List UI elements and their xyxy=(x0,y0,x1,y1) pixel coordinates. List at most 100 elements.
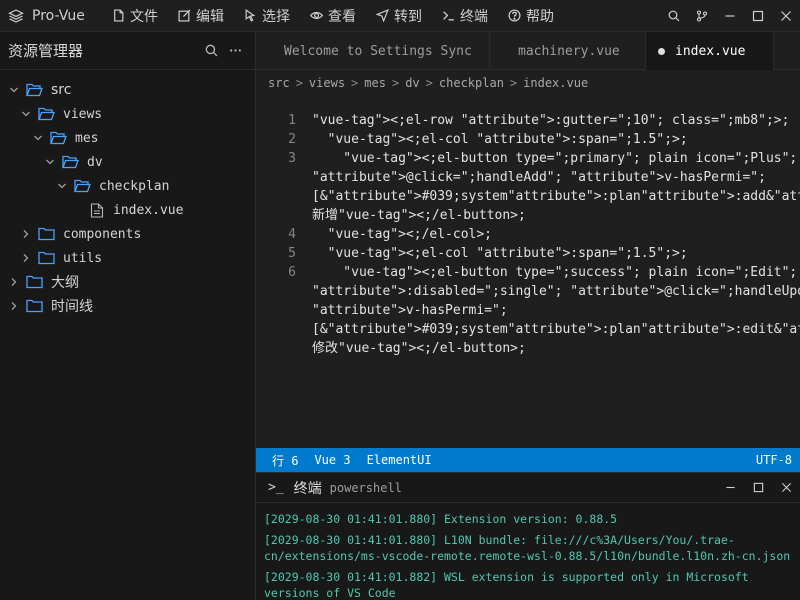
maximize-icon xyxy=(752,10,764,21)
menu-view[interactable]: 查看 xyxy=(300,0,366,32)
app-name: Pro-Vue xyxy=(32,7,85,24)
menu-help-label: 帮助 xyxy=(526,8,554,25)
code-line: [&"attribute">#039;system"attribute">:pl… xyxy=(256,187,800,206)
tree-folder-components[interactable]: components xyxy=(0,222,255,246)
folder-icon xyxy=(26,275,43,289)
status-language[interactable]: Vue 3 xyxy=(306,453,358,467)
menu-select[interactable]: 选择 xyxy=(234,0,300,32)
chevron-down-icon xyxy=(34,135,42,141)
menu-terminal[interactable]: 终端 xyxy=(432,0,498,32)
explorer-more-button[interactable] xyxy=(223,44,247,57)
line-text: 新增"vue-tag"><;/el-button>; xyxy=(312,208,526,223)
tree-label: mes xyxy=(75,130,99,146)
title-bar: Pro-Vue 文件 编辑 选择 查看 转到 终端 帮助 xyxy=(0,0,800,32)
line-number xyxy=(256,282,296,301)
folder-icon xyxy=(38,227,55,241)
cursor-icon xyxy=(245,9,256,22)
breadcrumb-separator: > xyxy=(351,76,359,90)
line-number: 2 xyxy=(288,132,296,147)
code-line: 3 "vue-tag"><;el-button type=";primary";… xyxy=(256,149,800,168)
chevron-right-icon xyxy=(23,254,29,262)
window-controls xyxy=(660,0,800,32)
chevron-down-icon xyxy=(46,159,54,165)
tab-settings-sync[interactable]: Welcome to Settings Sync xyxy=(256,32,490,70)
tree-folder-views[interactable]: views xyxy=(0,102,255,126)
code-line: [&"attribute">#039;system"attribute">:pl… xyxy=(256,320,800,339)
breadcrumb-separator: > xyxy=(391,76,400,90)
tree-label: components xyxy=(63,226,142,242)
menu-help[interactable]: 帮助 xyxy=(498,0,564,32)
tree-folder-outline[interactable]: 大纲 xyxy=(0,270,255,294)
tree-label: utils xyxy=(63,250,103,266)
menu-edit[interactable]: 编辑 xyxy=(168,0,234,32)
terminal-prompt-icon: >_ xyxy=(268,480,284,495)
tree-label: dv xyxy=(87,154,103,170)
folder-icon xyxy=(38,251,55,265)
chevron-down-icon xyxy=(22,111,30,117)
tree-folder-checkplan[interactable]: checkplan xyxy=(0,174,255,198)
panel-maximize-button[interactable] xyxy=(744,482,772,493)
minimize-button[interactable] xyxy=(716,0,744,32)
maximize-icon xyxy=(753,482,763,493)
breadcrumb-item[interactable]: checkplan xyxy=(439,76,504,90)
panel-minimize-button[interactable] xyxy=(716,482,744,493)
breadcrumb-separator: > xyxy=(295,76,303,90)
line-text: "vue-tag"><;el-button type=";primary"; p… xyxy=(343,151,798,166)
tree-folder-mes[interactable]: mes xyxy=(0,126,255,150)
status-encoding[interactable]: UTF-8 xyxy=(748,453,800,467)
panel-close-button[interactable] xyxy=(772,482,800,493)
folder-open-icon xyxy=(62,155,79,169)
tab-label: machinery.vue xyxy=(518,43,620,59)
code-line: 5 "vue-tag"><;el-col "attribute">:span="… xyxy=(256,244,800,263)
maximize-button[interactable] xyxy=(744,0,772,32)
line-text: "attribute">:disabled=";single"; "attrib… xyxy=(312,284,800,299)
line-text: "vue-tag"><;el-button type=";success"; p… xyxy=(343,265,798,280)
source-control-button[interactable] xyxy=(688,0,716,32)
status-cursor-position[interactable]: 行 6 xyxy=(256,452,306,469)
search-icon xyxy=(668,10,680,21)
tree-file-index-vue[interactable]: index.vue xyxy=(0,198,255,222)
terminal-output[interactable]: [2029-08-30 01:41:01.880] Extension vers… xyxy=(256,503,800,600)
status-bar: 行 6 Vue 3 ElementUI UTF-8 xyxy=(256,448,800,472)
tab-machinery-vue[interactable]: machinery.vue xyxy=(490,32,646,70)
terminal-header: >_ 终端 powershell xyxy=(256,473,800,503)
line-text: "vue-tag"><;el-col "attribute">:span=";1… xyxy=(312,246,688,261)
breadcrumb-item[interactable]: views xyxy=(309,76,345,90)
terminal-title[interactable]: 终端 xyxy=(294,478,322,498)
menu-goto[interactable]: 转到 xyxy=(366,0,432,32)
breadcrumb-item[interactable]: mes xyxy=(364,76,386,90)
code-line: 4 "vue-tag"><;/el-col>; xyxy=(256,225,800,244)
menu-goto-label: 转到 xyxy=(394,8,422,25)
code-line: 修改"vue-tag"><;/el-button>; xyxy=(256,339,800,358)
code-lines: 1 "vue-tag"><;el-row "attribute">:gutter=… xyxy=(256,111,800,358)
tree-label: src xyxy=(51,82,72,98)
tree-folder-dv[interactable]: dv xyxy=(0,150,255,174)
menu-select-label: 选择 xyxy=(262,8,290,25)
code-editor[interactable]: 1 "vue-tag"><;el-row "attribute">:gutter=… xyxy=(256,96,800,448)
search-button[interactable] xyxy=(660,0,688,32)
tree-folder-src[interactable]: src xyxy=(0,78,255,102)
line-text: "vue-tag"><;el-row "attribute">:gutter="… xyxy=(312,113,790,128)
menu-file[interactable]: 文件 xyxy=(102,0,168,32)
line-text: "attribute">v-hasPermi="; xyxy=(312,303,508,318)
tree-label: views xyxy=(63,106,103,122)
breadcrumb-item[interactable]: index.vue xyxy=(523,76,588,90)
explorer-search-button[interactable] xyxy=(199,44,223,57)
line-number xyxy=(256,320,296,339)
status-framework[interactable]: ElementUI xyxy=(359,453,440,467)
breadcrumb-item[interactable]: dv xyxy=(405,76,419,90)
tree-label: 大纲 xyxy=(51,275,79,291)
breadcrumb-item[interactable]: src xyxy=(268,76,290,90)
tree-folder-timeline[interactable]: 时间线 xyxy=(0,294,255,318)
code-line: 2 "vue-tag"><;el-col "attribute">:span="… xyxy=(256,130,800,149)
modified-dot-icon xyxy=(658,47,665,55)
explorer-actions xyxy=(199,44,255,57)
log-line: [2029-08-30 01:41:01.880] Extension vers… xyxy=(264,512,618,526)
tab-index-vue[interactable]: index.vue xyxy=(646,32,774,70)
line-number: 6 xyxy=(288,265,296,280)
close-button[interactable] xyxy=(772,0,800,32)
explorer-sidebar: 资源管理器 src views mes dv checkplan index.v… xyxy=(0,32,256,600)
tree-folder-utils[interactable]: utils xyxy=(0,246,255,270)
app-brand: Pro-Vue xyxy=(0,8,102,24)
code-line: 6 "vue-tag"><;el-button type=";success";… xyxy=(256,263,800,282)
